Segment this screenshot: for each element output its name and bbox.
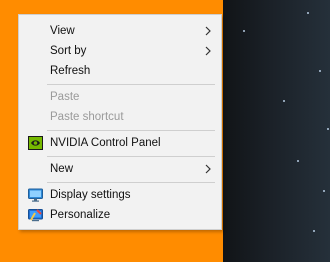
desktop-context-menu: View Sort by Refresh Paste Paste shortcu…: [18, 14, 222, 230]
star: [327, 128, 329, 130]
menu-item-view[interactable]: View: [19, 21, 221, 41]
menu-item-nvidia-control-panel[interactable]: NVIDIA Control Panel: [19, 133, 221, 153]
menu-item-label: View: [50, 25, 75, 37]
menu-item-display-settings[interactable]: Display settings: [19, 185, 221, 205]
menu-item-personalize[interactable]: Personalize: [19, 205, 221, 225]
menu-item-sort-by[interactable]: Sort by: [19, 41, 221, 61]
chevron-right-icon: [205, 164, 211, 174]
menu-item-label: NVIDIA Control Panel: [50, 137, 161, 149]
menu-separator: [47, 156, 215, 157]
menu-separator: [47, 182, 215, 183]
menu-separator: [47, 84, 215, 85]
star: [319, 70, 321, 72]
chevron-right-icon: [205, 26, 211, 36]
menu-item-label: Paste shortcut: [50, 111, 124, 123]
menu-item-label: New: [50, 163, 74, 175]
wallpaper-panel: [223, 0, 330, 262]
menu-item-label: Personalize: [50, 209, 111, 221]
star: [297, 160, 299, 162]
display-settings-icon: [28, 188, 43, 202]
menu-item-label: Display settings: [50, 189, 131, 201]
star: [243, 30, 245, 32]
star: [323, 190, 325, 192]
menu-item-new[interactable]: New: [19, 159, 221, 179]
desktop[interactable]: View Sort by Refresh Paste Paste shortcu…: [0, 0, 330, 262]
menu-item-label: Refresh: [50, 65, 91, 77]
personalize-icon: [28, 209, 43, 222]
menu-item-refresh[interactable]: Refresh: [19, 61, 221, 81]
menu-item-paste: Paste: [19, 87, 221, 107]
menu-item-label: Sort by: [50, 45, 87, 57]
menu-item-label: Paste: [50, 91, 80, 103]
menu-separator: [47, 130, 215, 131]
star: [313, 230, 315, 232]
menu-item-paste-shortcut: Paste shortcut: [19, 107, 221, 127]
nvidia-icon: [28, 136, 43, 150]
star: [307, 12, 309, 14]
star: [283, 100, 285, 102]
chevron-right-icon: [205, 46, 211, 56]
